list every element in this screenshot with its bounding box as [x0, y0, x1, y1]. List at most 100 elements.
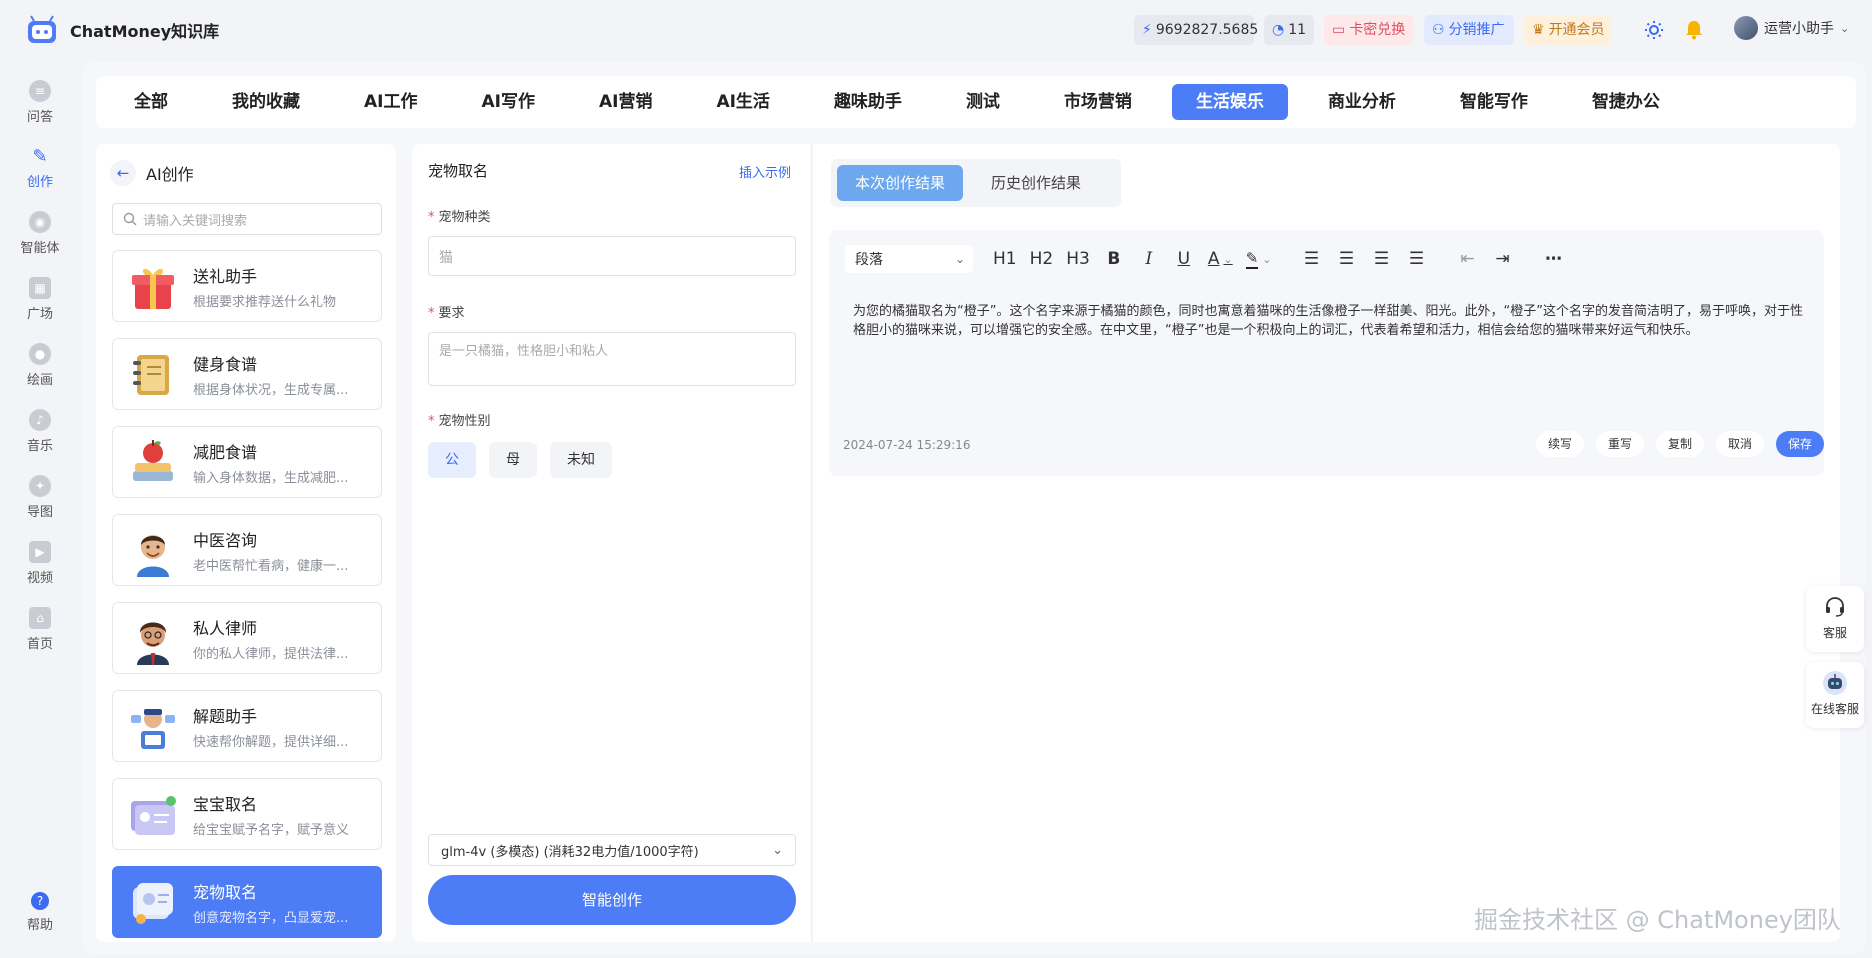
- align-right-button[interactable]: ☰: [1366, 245, 1396, 273]
- result-content[interactable]: 为您的橘猫取名为“橙子”。这个名字来源于橘猫的颜色，同时也寓意着猫咪的生活像橙子…: [853, 302, 1803, 340]
- nav-item-music[interactable]: ♪ 音乐: [0, 409, 80, 454]
- tab-test[interactable]: 测试: [942, 84, 1024, 120]
- more-button[interactable]: ⋯: [1538, 245, 1568, 273]
- online-service-button[interactable]: 在线客服: [1806, 662, 1864, 728]
- avatar: [1734, 16, 1758, 40]
- template-card-problem-solver[interactable]: 解题助手 快速帮你解题，提供详细...: [112, 690, 382, 762]
- template-card-fitness-recipe[interactable]: 健身食谱 根据身体状况，生成专属...: [112, 338, 382, 410]
- nav-item-help[interactable]: ? 帮助: [0, 892, 80, 933]
- card-desc: 快速帮你解题，提供详细...: [193, 735, 349, 750]
- template-card-baby-name[interactable]: 宝宝取名 给宝宝赋予名字，赋予意义: [112, 778, 382, 850]
- template-card-tcm-consult[interactable]: 中医咨询 老中医帮忙看病，健康一...: [112, 514, 382, 586]
- copy-button[interactable]: 复制: [1656, 431, 1705, 457]
- tab-current-result[interactable]: 本次创作结果: [837, 165, 964, 201]
- heading3-button[interactable]: H3: [1062, 245, 1094, 273]
- tab-office[interactable]: 智捷办公: [1568, 84, 1684, 120]
- paragraph-select[interactable]: 段落 ⌄: [845, 245, 973, 273]
- help-icon: ?: [31, 892, 49, 910]
- result-timestamp: 2024-07-24 15:29:16: [843, 438, 971, 452]
- tab-ai-work[interactable]: AI工作: [340, 84, 441, 120]
- card-title: 解题助手: [193, 707, 258, 726]
- outdent-button[interactable]: ⇤: [1452, 245, 1482, 273]
- tab-favorites[interactable]: 我的收藏: [208, 84, 324, 120]
- align-left-button[interactable]: ☰: [1296, 245, 1326, 273]
- requirement-textarea[interactable]: 是一只橘猫，性格胆小和粘人: [428, 332, 796, 386]
- chat-count[interactable]: ◔ 11: [1264, 15, 1314, 45]
- nav-item-create[interactable]: ✎ 创作: [0, 145, 80, 191]
- template-card-diet-recipe[interactable]: 减肥食谱 输入身体数据，生成减肥...: [112, 426, 382, 498]
- tab-life-entertainment[interactable]: 生活娱乐: [1171, 84, 1288, 120]
- template-card-lawyer[interactable]: 私人律师 你的私人律师，提供法律...: [112, 602, 382, 674]
- heading1-button[interactable]: H1: [989, 245, 1021, 273]
- tab-market[interactable]: 市场营销: [1040, 84, 1156, 120]
- card-title: 私人律师: [193, 619, 258, 638]
- card-title: 送礼助手: [193, 267, 258, 286]
- save-button[interactable]: 保存: [1776, 431, 1825, 457]
- bold-button[interactable]: B: [1099, 245, 1129, 273]
- crown-icon: ♛: [1532, 22, 1545, 38]
- headset-icon: [1822, 594, 1848, 620]
- logo-icon[interactable]: [24, 14, 60, 46]
- align-justify-button[interactable]: ☰: [1401, 245, 1431, 273]
- rewrite-button[interactable]: 重写: [1596, 431, 1645, 457]
- nav-item-agent[interactable]: ◉ 智能体: [0, 211, 80, 256]
- heading2-button[interactable]: H2: [1026, 245, 1058, 273]
- chat-count-value: 11: [1288, 22, 1307, 38]
- nav-item-video[interactable]: ▶ 视频: [0, 541, 80, 586]
- arrow-left-icon: ←: [116, 164, 130, 182]
- font-color-button[interactable]: A ⌄: [1204, 245, 1237, 273]
- model-select[interactable]: glm-4v (多模态) (消耗32电力值/1000字符) ⌄: [428, 834, 796, 866]
- tab-ai-writing[interactable]: AI写作: [457, 84, 558, 120]
- share-promote-button[interactable]: ⚇ 分销推广: [1424, 15, 1514, 45]
- nav-item-home[interactable]: ⌂ 首页: [0, 607, 80, 652]
- gender-label-text: 宠物性别: [438, 414, 491, 429]
- smart-create-button[interactable]: 智能创作: [428, 875, 796, 925]
- insert-example-link[interactable]: 插入示例: [739, 162, 791, 181]
- more-icon: ⋯: [1544, 249, 1562, 269]
- template-card-pet-name[interactable]: 宠物取名 创意宠物名字，凸显爱宠...: [112, 866, 382, 938]
- search-input[interactable]: 请输入关键词搜索: [112, 203, 382, 235]
- tab-history-result[interactable]: 历史创作结果: [973, 165, 1099, 201]
- highlight-button[interactable]: ✎ ⌄: [1242, 245, 1276, 273]
- tab-ai-life[interactable]: AI生活: [692, 84, 793, 120]
- gender-option-unknown[interactable]: 未知: [550, 442, 612, 478]
- card-redeem-button[interactable]: ▭ 卡密兑换: [1324, 15, 1414, 45]
- video-icon: ▶: [29, 541, 51, 563]
- gender-option-male[interactable]: 公: [428, 442, 476, 478]
- continue-write-button[interactable]: 续写: [1536, 431, 1585, 457]
- robot-icon: ◉: [29, 211, 51, 233]
- underline-button[interactable]: U: [1169, 245, 1199, 273]
- tab-fun-assistant[interactable]: 趣味助手: [810, 84, 926, 120]
- card-desc: 根据身体状况，生成专属...: [193, 383, 349, 398]
- nav-item-mindmap[interactable]: ✦ 导图: [0, 475, 80, 520]
- gender-option-female[interactable]: 母: [489, 442, 537, 478]
- template-card-gift[interactable]: 送礼助手 根据要求推荐送什么礼物: [112, 250, 382, 322]
- back-button[interactable]: ←: [110, 160, 136, 186]
- nav-item-qa[interactable]: ≡ 问答: [0, 80, 80, 125]
- card-icon: ▭: [1332, 22, 1346, 38]
- customer-service-button[interactable]: 客服: [1806, 586, 1864, 652]
- tab-smart-writing[interactable]: 智能写作: [1436, 84, 1552, 120]
- share-promote-label: 分销推广: [1448, 22, 1505, 38]
- pet-type-input[interactable]: 猫: [428, 236, 796, 276]
- lightning-icon: ⚡: [1142, 22, 1152, 38]
- panel-title: AI创作: [146, 165, 194, 184]
- tab-all[interactable]: 全部: [110, 84, 192, 120]
- power-balance[interactable]: ⚡ 9692827.5685: [1134, 15, 1258, 45]
- italic-button[interactable]: I: [1134, 245, 1164, 273]
- card-title: 减肥食谱: [193, 443, 258, 462]
- cancel-button[interactable]: 取消: [1716, 431, 1765, 457]
- user-menu[interactable]: 运营小助手 ⌄: [1734, 16, 1849, 40]
- indent-button[interactable]: ⇥: [1487, 245, 1517, 273]
- tab-business-analysis[interactable]: 商业分析: [1304, 84, 1420, 120]
- nav-label: 视频: [26, 571, 53, 586]
- template-list-panel: ← AI创作 请输入关键词搜索 送礼助手 根据要求推荐送什么礼物 健身食谱 根据…: [96, 144, 396, 942]
- nav-item-draw[interactable]: ● 绘画: [0, 343, 80, 388]
- nav-item-square[interactable]: ▦ 广场: [0, 277, 80, 322]
- notification-button[interactable]: [1682, 18, 1706, 42]
- vip-button[interactable]: ♛ 开通会员: [1524, 15, 1612, 45]
- result-editor: 段落 ⌄ H1 H2 H3 B I U A ⌄ ✎ ⌄ ☰ ☰ ☰ ☰ ⇤ ⇥ ⋯ …: [829, 230, 1825, 476]
- align-center-button[interactable]: ☰: [1331, 245, 1361, 273]
- theme-toggle[interactable]: [1642, 18, 1666, 42]
- tab-ai-marketing[interactable]: AI营销: [575, 84, 676, 120]
